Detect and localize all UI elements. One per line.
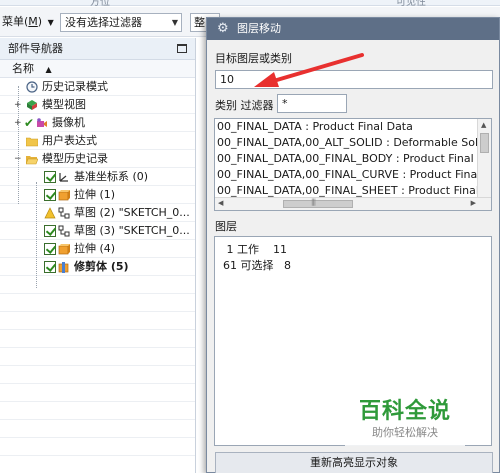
dialog-title-bar[interactable]: ⚙ 图层移动 — [207, 18, 499, 40]
warning-icon — [44, 207, 56, 219]
menu-hotkey: M — [28, 15, 38, 28]
column-header-label: 名称 — [12, 62, 34, 75]
horizontal-scrollbar[interactable]: ◀ ||| ▶ — [215, 197, 491, 210]
visibility-checkbox[interactable] — [44, 225, 56, 237]
collapse-icon[interactable]: − — [14, 150, 22, 168]
target-layer-input[interactable]: 10 — [215, 70, 493, 89]
tree-item-cameras[interactable]: + ✔ 摄像机 — [0, 114, 196, 132]
gear-icon: ⚙ — [217, 21, 229, 36]
check-icon: ✔ — [24, 116, 35, 130]
menu-label: 菜单( — [2, 15, 29, 28]
tree-item-user-expressions[interactable]: 用户表达式 — [0, 132, 196, 150]
visibility-checkbox[interactable] — [44, 243, 56, 255]
clock-icon — [26, 81, 38, 93]
chevron-down-icon: ▼ — [171, 18, 178, 27]
tree-item-label: 模型历史记录 — [42, 152, 108, 165]
sort-ascending-icon: ▲ — [45, 65, 52, 74]
extrude-icon — [58, 244, 70, 255]
tree-item-label: 基准坐标系 (0) — [74, 170, 149, 183]
scrollbar-grip-icon: ||| — [311, 198, 316, 206]
watermark: 百科全说 助你轻松解决 — [345, 398, 465, 446]
tree-item-extrude-1[interactable]: 拉伸 (1) — [0, 186, 196, 204]
maximize-icon[interactable] — [177, 44, 187, 53]
camera-icon — [37, 118, 47, 127]
navigator-tree: 历史记录模式 + 模型视图 + ✔ 摄像机 用户表达式 − 模型历史记录 基准坐… — [0, 78, 195, 473]
layer-list-item[interactable]: 1 工作 11 — [223, 241, 287, 257]
model-views-icon — [27, 100, 37, 110]
category-filter-label: 类别 过滤器 — [215, 99, 274, 112]
extrude-icon — [58, 190, 70, 201]
category-filter-value: * — [282, 97, 288, 110]
scroll-left-icon[interactable]: ◀ — [218, 199, 223, 207]
sketch-icon — [58, 225, 70, 237]
selection-filter-select[interactable]: 没有选择过滤器 ▼ — [60, 13, 182, 32]
tree-item-label: 修剪体 (5) — [74, 260, 129, 273]
chevron-down-icon: ▼ — [47, 18, 54, 27]
menu-label-suffix: ) — [37, 15, 43, 28]
scroll-up-icon[interactable]: ▲ — [481, 121, 486, 129]
tree-item-sketch-2[interactable]: 草图 (2) "SKETCH_0... — [0, 204, 196, 222]
sketch-icon — [58, 207, 70, 219]
dialog-title: 图层移动 — [237, 22, 281, 35]
tree-item-history-mode[interactable]: 历史记录模式 — [0, 78, 196, 96]
scroll-right-icon[interactable]: ▶ — [471, 199, 476, 207]
tree-item-label: 拉伸 (4) — [74, 242, 116, 255]
tree-item-label: 摄像机 — [52, 116, 85, 129]
selection-scope-value: 整 — [194, 16, 205, 29]
watermark-subtitle: 助你轻松解决 — [372, 426, 438, 439]
visibility-checkbox[interactable] — [44, 189, 56, 201]
tree-item-label: 草图 (2) "SKETCH_0... — [74, 206, 190, 219]
expand-icon[interactable]: + — [14, 114, 22, 132]
visibility-checkbox[interactable] — [44, 261, 56, 273]
category-list-item[interactable]: 00_FINAL_DATA,00_FINAL_BODY : Product Fi… — [215, 151, 491, 167]
tree-item-label: 历史记录模式 — [42, 80, 108, 93]
part-navigator: 部件导航器 名称 ▲ 历史记录模式 + 模型视图 + ✔ 摄像机 用户表达式 −… — [0, 38, 196, 473]
target-layer-value: 10 — [220, 73, 234, 86]
navigator-header: 部件导航器 — [0, 38, 195, 60]
tree-item-sketch-3[interactable]: 草图 (3) "SKETCH_0... — [0, 222, 196, 240]
vertical-scrollbar[interactable]: ▲ — [477, 119, 491, 198]
rehighlight-objects-button[interactable]: 重新高亮显示对象 — [215, 452, 493, 473]
navigator-title: 部件导航器 — [8, 42, 63, 55]
datum-csys-icon — [59, 173, 68, 182]
trim-body-icon — [58, 262, 69, 273]
visibility-checkbox[interactable] — [44, 171, 56, 183]
layer-list-label: 图层 — [215, 220, 237, 233]
folder-open-icon — [26, 156, 38, 165]
category-list-item[interactable]: 00_FINAL_DATA,00_ALT_SOLID : Deformable … — [215, 135, 491, 151]
tree-item-label: 模型视图 — [42, 98, 86, 111]
tree-item-model-views[interactable]: + 模型视图 — [0, 96, 196, 114]
tree-item-label: 拉伸 (1) — [74, 188, 116, 201]
tree-item-model-history[interactable]: − 模型历史记录 — [0, 150, 196, 168]
category-list[interactable]: 00_FINAL_DATA : Product Final Data 00_FI… — [214, 118, 492, 211]
tree-item-label: 用户表达式 — [42, 134, 97, 147]
tree-item-datum-csys[interactable]: 基准坐标系 (0) — [0, 168, 196, 186]
tree-item-extrude-4[interactable]: 拉伸 (4) — [0, 240, 196, 258]
category-list-item[interactable]: 00_FINAL_DATA,00_FINAL_CURVE : Product F… — [215, 167, 491, 183]
category-filter-input[interactable]: * — [277, 94, 347, 113]
target-layer-label: 目标图层或类别 — [215, 52, 292, 65]
selection-filter-value: 没有选择过滤器 — [65, 16, 142, 29]
watermark-title: 百科全说 — [358, 399, 451, 424]
scrollbar-thumb[interactable] — [480, 133, 489, 153]
layer-list-item[interactable]: 61 可选择 8 — [223, 257, 291, 273]
ribbon-group-strip: 方位 可见性 — [0, 0, 500, 8]
category-list-item[interactable]: 00_FINAL_DATA : Product Final Data — [215, 119, 491, 135]
folder-icon — [26, 137, 38, 147]
expand-icon[interactable]: + — [14, 96, 22, 114]
tree-item-label: 草图 (3) "SKETCH_0... — [74, 224, 190, 237]
menu-button[interactable]: 菜单(M) ▼ — [2, 13, 54, 31]
column-header-name[interactable]: 名称 ▲ — [0, 60, 195, 78]
tree-item-trim-body-5[interactable]: 修剪体 (5) — [0, 258, 196, 276]
scrollbar-thumb[interactable] — [283, 200, 353, 208]
